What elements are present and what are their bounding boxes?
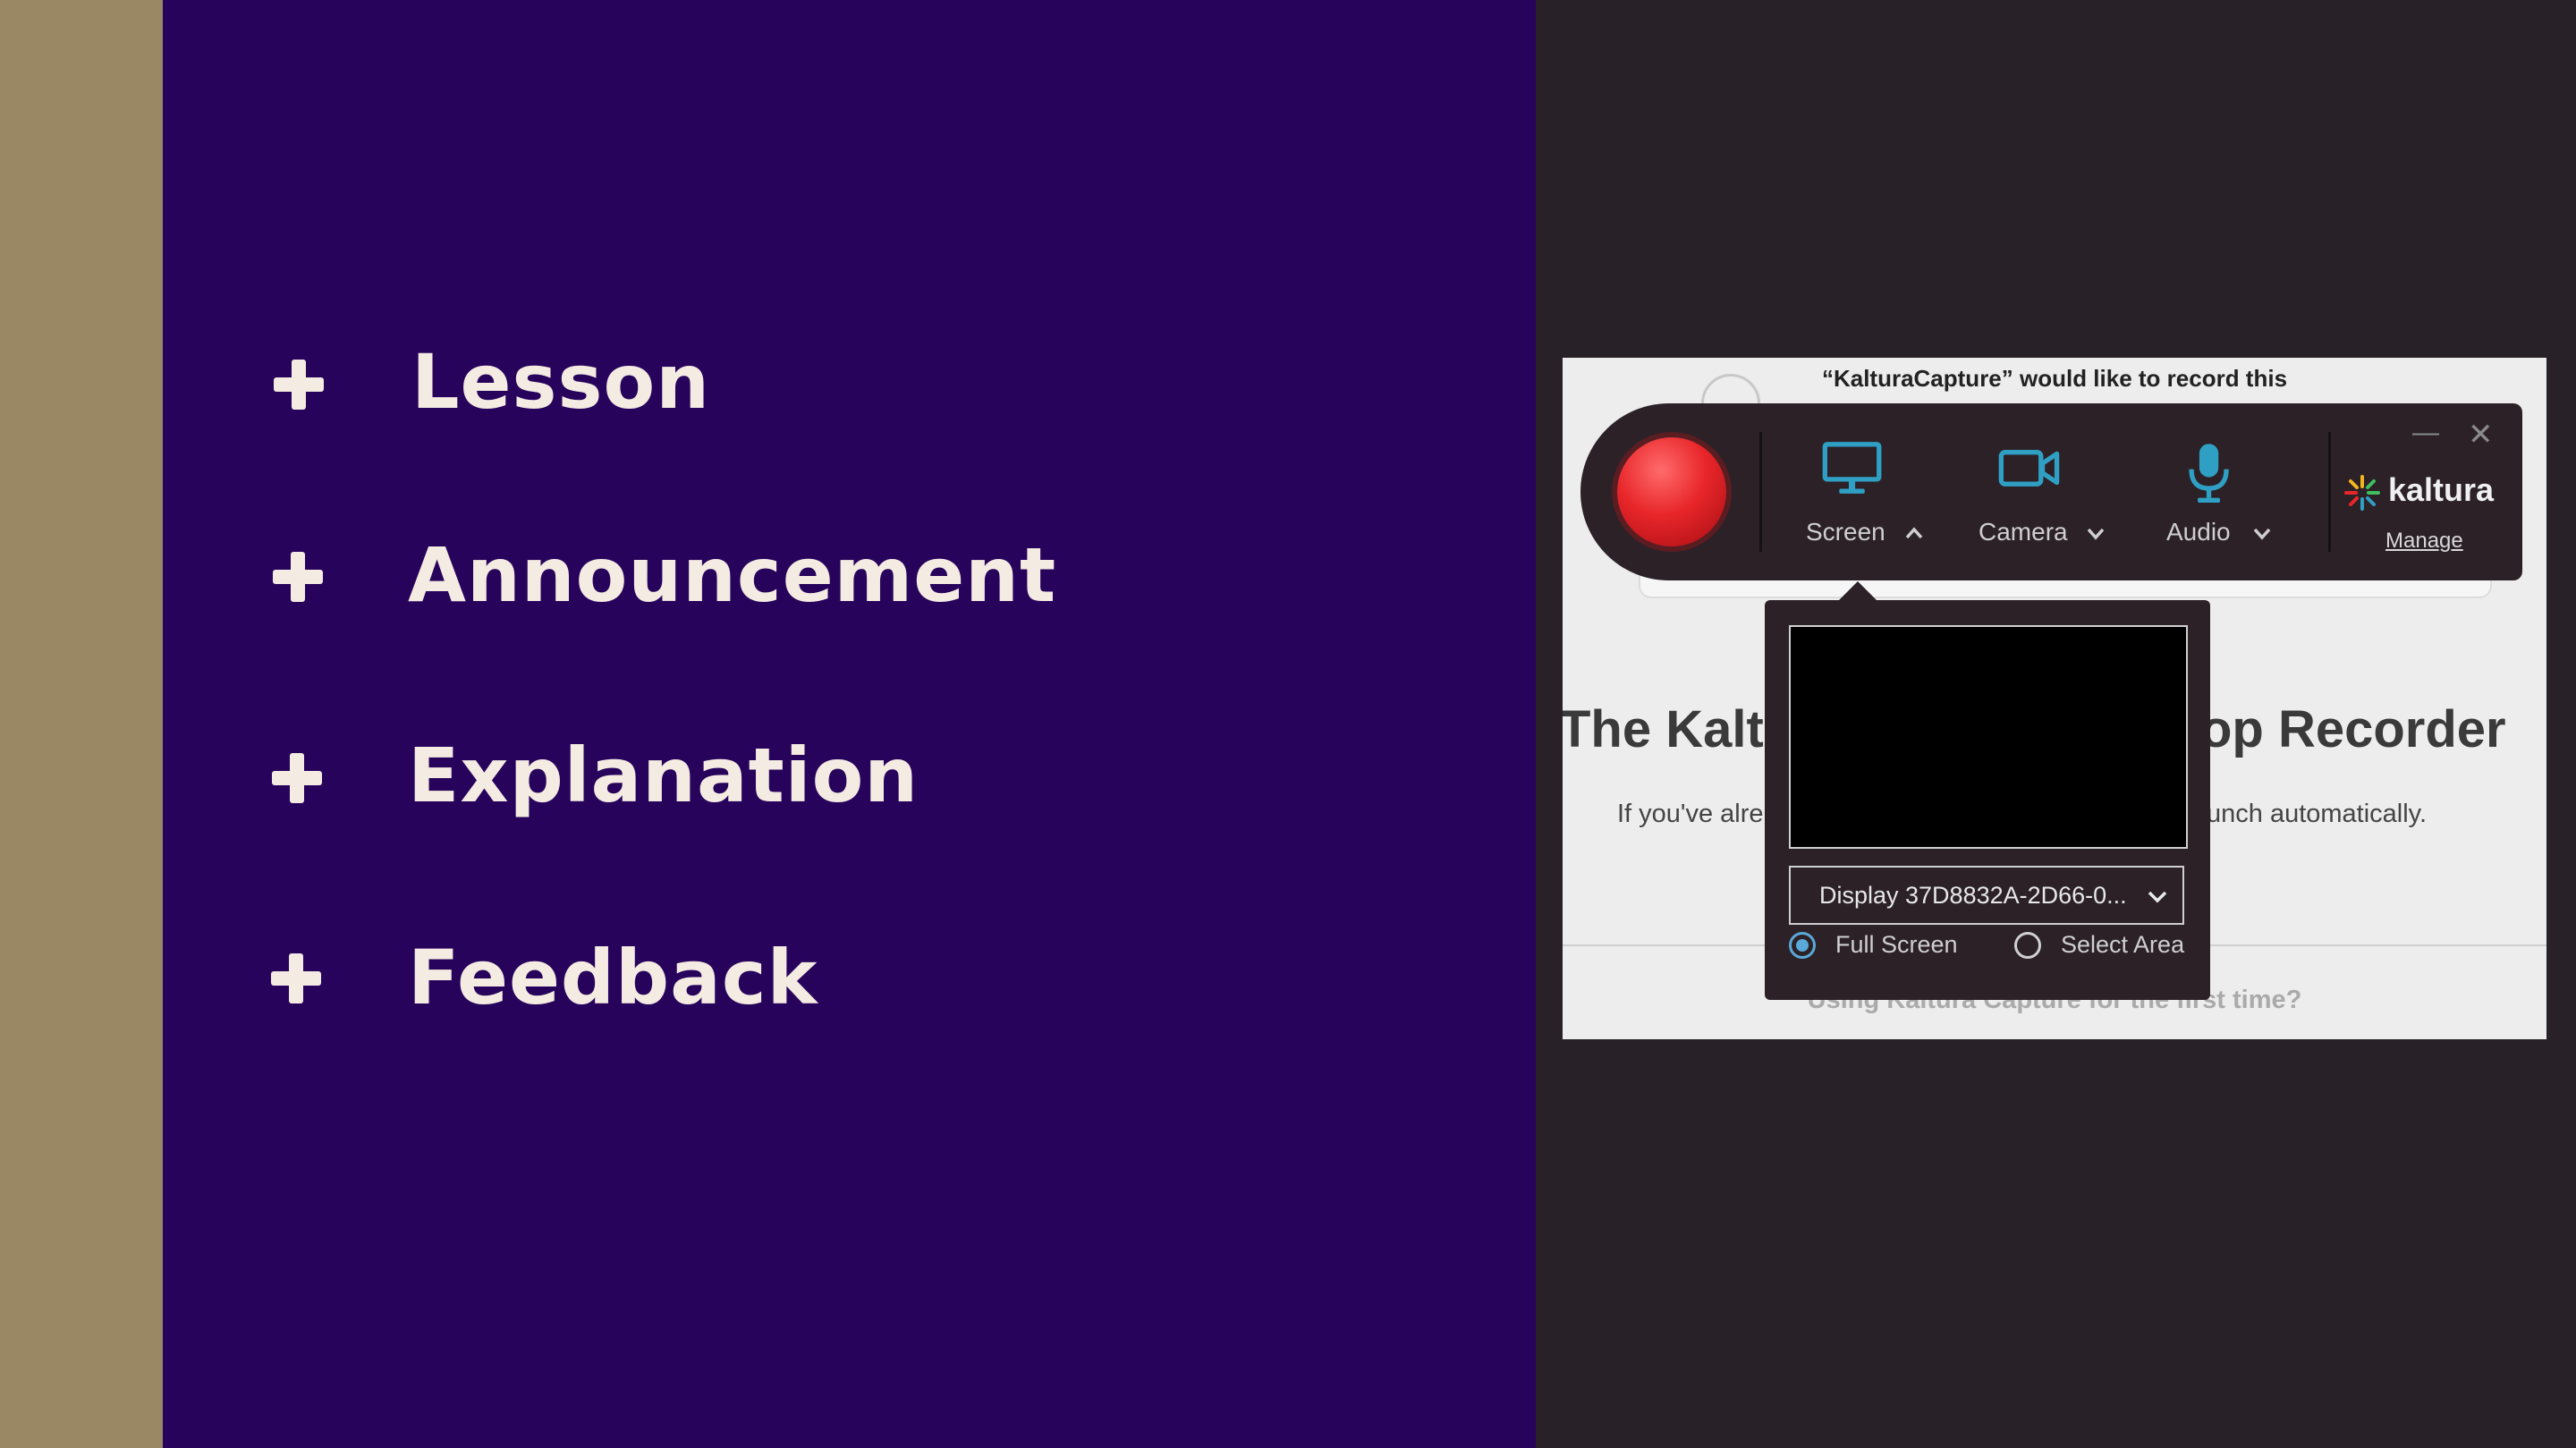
kaltura-logo-icon xyxy=(2344,475,2380,511)
monitor-icon xyxy=(1822,442,1882,494)
radio-select-area-indicator[interactable] xyxy=(2014,932,2041,959)
plus-icon xyxy=(272,753,322,803)
page-subtext-left: If you've alre xyxy=(1617,800,1764,828)
toolbar-separator xyxy=(1759,432,1762,552)
popover-arrow xyxy=(1838,581,1877,601)
permission-prompt-text: “KalturaCapture” would like to record th… xyxy=(1821,365,2288,392)
capture-toolbar: Screen Camera Audio — ✕ kaltura Manage xyxy=(1580,403,2522,580)
plus-icon xyxy=(271,953,321,1003)
close-button[interactable]: ✕ xyxy=(2468,419,2494,450)
radio-full-screen-indicator[interactable] xyxy=(1789,932,1816,959)
camera-toggle[interactable]: Camera xyxy=(1979,439,2122,555)
display-select[interactable]: Display 37D8832A-2D66-0... xyxy=(1789,866,2184,925)
screen-preview xyxy=(1789,625,2188,849)
page-subtext-right: unch automatically. xyxy=(2207,800,2428,828)
audio-toggle[interactable]: Audio xyxy=(2166,439,2292,555)
chevron-down-icon xyxy=(2253,528,2271,540)
screen-label: Screen xyxy=(1806,518,1885,546)
display-select-value: Display 37D8832A-2D66-0... xyxy=(1819,882,2127,909)
bullet-label: Announcement xyxy=(408,531,1057,619)
screen-dropdown-popover: Display 37D8832A-2D66-0... Full Screen S… xyxy=(1765,600,2210,1000)
audio-label: Audio xyxy=(2166,518,2231,546)
manage-link[interactable]: Manage xyxy=(2385,529,2463,554)
slide-panel: Lesson Announcement Explanation Feedback xyxy=(163,0,1536,1448)
gold-side-bar xyxy=(0,0,163,1448)
page-heading-right: op Recorder xyxy=(2200,700,2506,758)
chevron-up-icon xyxy=(1905,527,1923,539)
bullet-label: Explanation xyxy=(408,732,919,819)
camera-label: Camera xyxy=(1979,518,2068,546)
plus-icon xyxy=(274,360,324,410)
radio-select-area-label: Select Area xyxy=(2061,931,2185,958)
toolbar-separator xyxy=(2328,432,2331,552)
microphone-icon xyxy=(2189,444,2229,503)
screen-toggle[interactable]: Screen xyxy=(1804,439,1929,555)
page-heading-left: The Kalt xyxy=(1563,700,1764,758)
bullet-label: Feedback xyxy=(408,934,818,1021)
chevron-down-icon xyxy=(2148,891,2167,903)
plus-icon xyxy=(273,552,323,602)
record-button[interactable] xyxy=(1617,437,1726,546)
chevron-down-icon xyxy=(2087,528,2105,540)
radio-full-screen-label: Full Screen xyxy=(1835,931,1958,958)
minimize-button[interactable]: — xyxy=(2412,418,2439,448)
bullet-label: Lesson xyxy=(411,338,711,426)
kaltura-brand: kaltura xyxy=(2388,471,2495,508)
camera-icon xyxy=(1998,450,2060,487)
